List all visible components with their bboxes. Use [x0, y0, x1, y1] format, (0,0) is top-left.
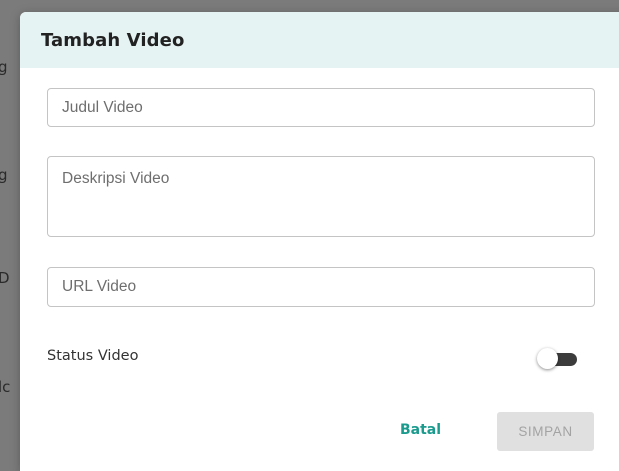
video-url-input[interactable]	[47, 267, 595, 307]
background-text-fragment: g	[0, 58, 8, 76]
cancel-button[interactable]: Batal	[400, 422, 441, 438]
background-text-fragment: lc	[0, 378, 11, 396]
status-label: Status Video	[47, 348, 139, 364]
video-description-input[interactable]	[47, 156, 595, 237]
dialog-header: Tambah Video	[20, 12, 619, 68]
toggle-thumb	[537, 348, 558, 369]
dialog-title: Tambah Video	[41, 29, 185, 51]
video-title-input[interactable]	[47, 88, 595, 127]
status-row: Status Video	[47, 346, 595, 370]
background-text-fragment: g	[0, 166, 8, 184]
dialog-actions: Batal SIMPAN	[20, 412, 619, 452]
status-toggle[interactable]	[537, 348, 581, 370]
add-video-dialog: Tambah Video Status Video Batal SIMPAN	[20, 12, 619, 471]
save-button[interactable]: SIMPAN	[497, 412, 594, 451]
background-text-fragment: D	[0, 269, 10, 287]
